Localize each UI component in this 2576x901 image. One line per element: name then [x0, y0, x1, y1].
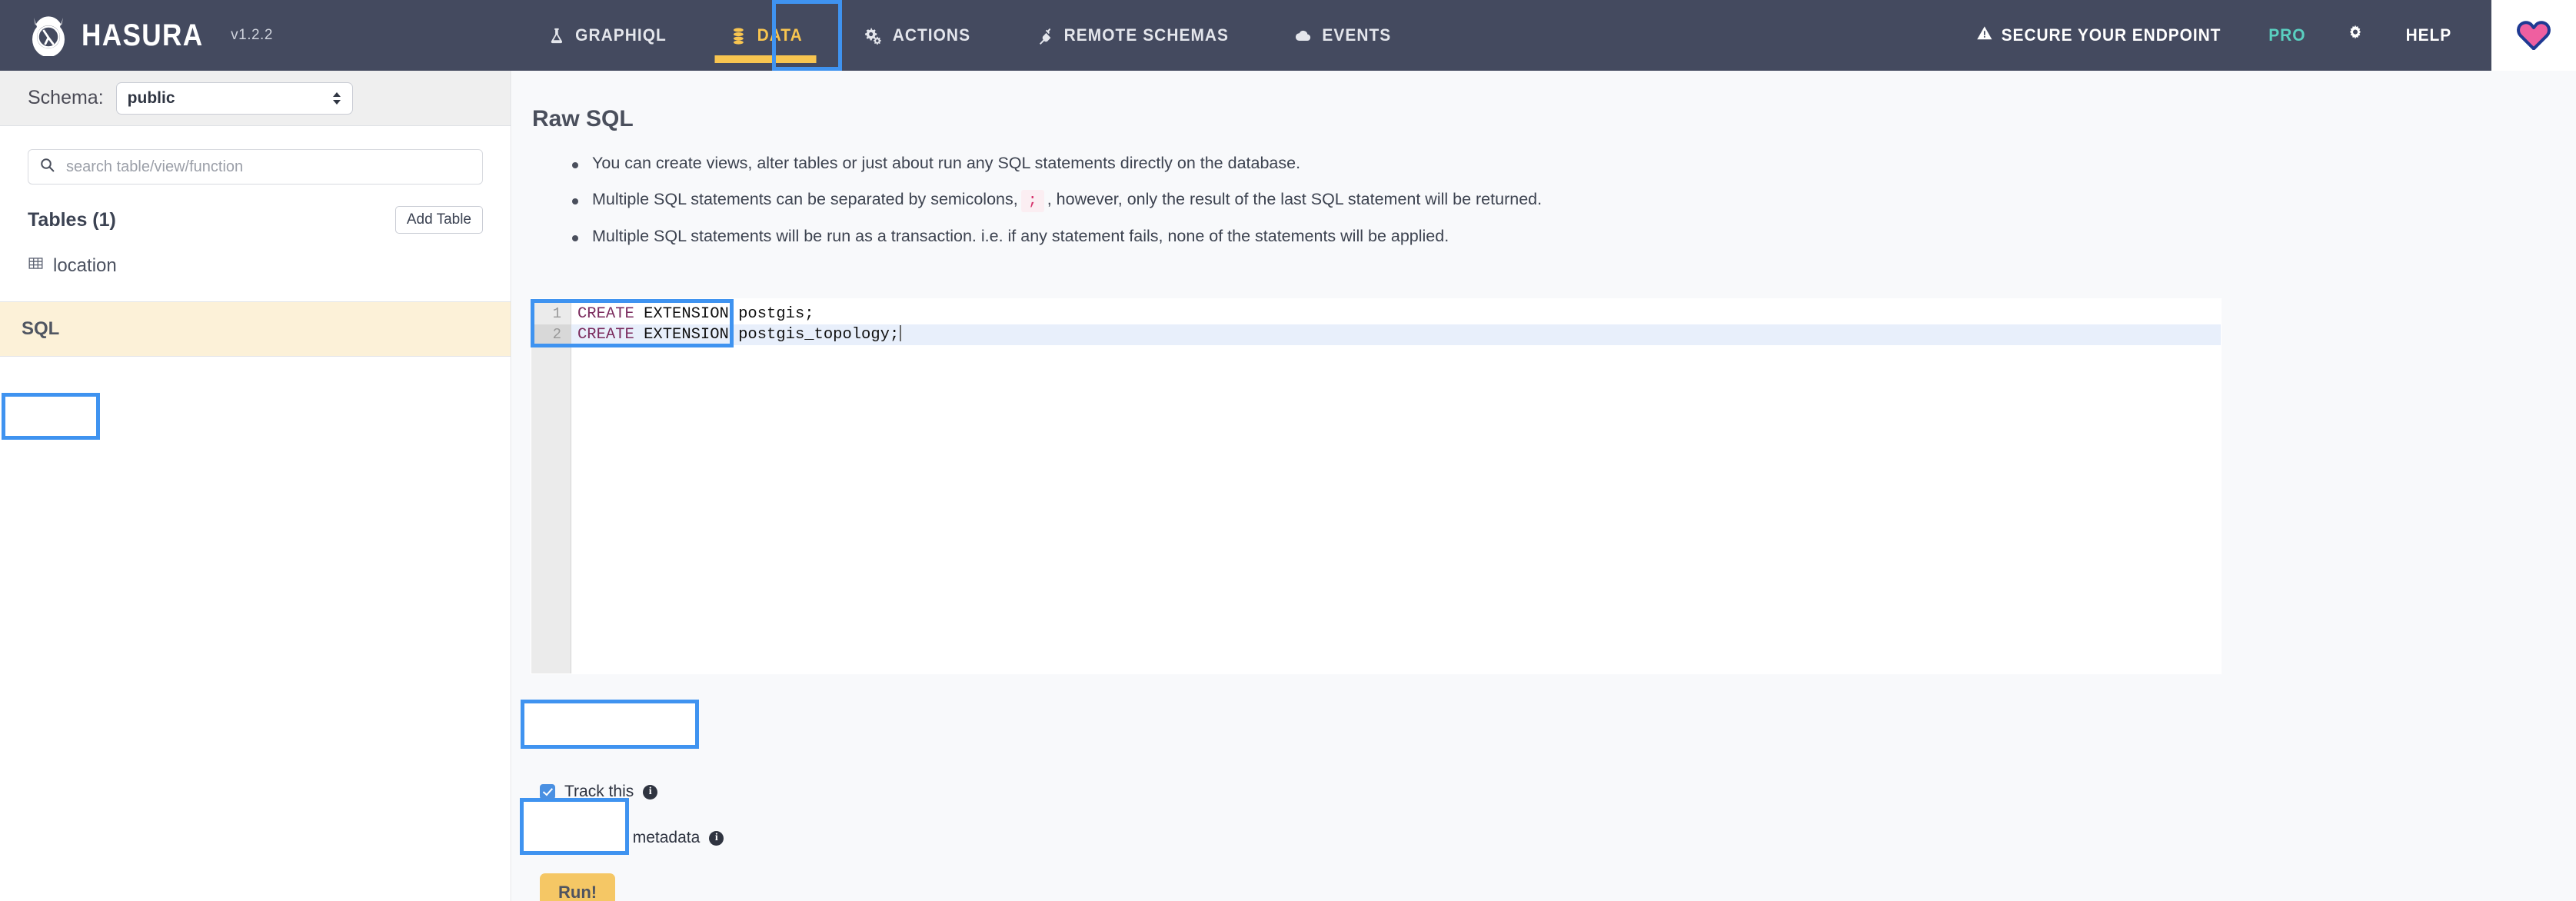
tab-remote-schemas-label: REMOTE SCHEMAS — [1063, 25, 1229, 45]
tables-title: Tables (1) — [28, 208, 116, 231]
schema-bar: Schema: public — [0, 71, 511, 126]
sidebar-item-location-label: location — [53, 255, 117, 276]
pro-link[interactable]: PRO — [2249, 25, 2325, 45]
sidebar: Schema: public Tables (1) Add Table — [0, 71, 511, 901]
secure-endpoint-label: SECURE YOUR ENDPOINT — [2001, 25, 2222, 45]
schema-select-value: public — [127, 88, 175, 107]
note-item: You can create views, alter tables or ju… — [572, 155, 2576, 172]
info-icon[interactable]: i — [709, 830, 724, 846]
gears-icon — [864, 25, 884, 45]
help-link[interactable]: HELP — [2387, 25, 2471, 45]
line-number: 2 — [531, 324, 571, 345]
schema-select[interactable]: public — [115, 81, 353, 115]
header-right-actions: SECURE YOUR ENDPOINT PRO HELP — [1950, 0, 2491, 71]
tab-data[interactable]: DATA — [701, 0, 829, 71]
secure-endpoint-link[interactable]: SECURE YOUR ENDPOINT — [1958, 25, 2240, 46]
note-text: Multiple SQL statements can be separated… — [592, 189, 1018, 208]
search-input[interactable] — [65, 157, 471, 177]
main-nav-tabs: GRAPHIQL DATA ACTIONS REMOTE SCHEMAS EVE… — [508, 0, 1950, 71]
sql-keyword: CREATE — [577, 305, 634, 323]
raw-sql-notes: You can create views, alter tables or ju… — [572, 155, 2576, 244]
note-text: You can create views, alter tables or ju… — [592, 154, 1301, 172]
brand-version: v1.2.2 — [231, 27, 273, 43]
heart-icon — [2516, 18, 2551, 54]
track-this-checkbox[interactable] — [540, 784, 555, 800]
sql-text: EXTENSION postgis; — [634, 305, 814, 323]
sql-editor[interactable]: 1 2 CREATE EXTENSION postgis; CREATE EXT… — [531, 298, 2222, 674]
code-line: CREATE EXTENSION postgis; — [571, 304, 2221, 324]
brand-name: HASURA — [82, 18, 204, 52]
heart-panel[interactable] — [2491, 0, 2576, 71]
cascade-metadata-checkbox[interactable] — [540, 830, 555, 846]
tab-remote-schemas[interactable]: REMOTE SCHEMAS — [1008, 0, 1256, 71]
text-caret — [900, 325, 902, 341]
settings-button[interactable] — [2328, 24, 2383, 47]
cloud-icon — [1293, 25, 1313, 45]
cascade-metadata-label: Cascade metadata — [564, 829, 701, 846]
tab-actions[interactable]: ACTIONS — [837, 0, 998, 71]
schema-label: Schema: — [28, 87, 104, 108]
editor-gutter: 1 2 — [531, 299, 571, 673]
line-number: 1 — [552, 305, 561, 322]
info-icon[interactable]: i — [643, 784, 658, 800]
run-button[interactable]: Run! — [540, 873, 616, 901]
note-text: Multiple SQL statements will be run as a… — [592, 226, 1449, 245]
database-stack-icon — [728, 25, 747, 45]
search-icon — [39, 157, 55, 177]
tab-data-label: DATA — [757, 25, 803, 45]
note-text-after: , however, only the result of the last S… — [1047, 189, 1543, 208]
tab-graphiql-label: GRAPHIQL — [575, 25, 667, 45]
warning-triangle-icon — [1976, 25, 1992, 46]
track-this-label: Track this — [564, 783, 634, 800]
sidebar-item-sql-label: SQL — [22, 318, 60, 339]
sql-keyword: CREATE — [577, 326, 634, 344]
sql-text: EXTENSION postgis_topology; — [634, 326, 900, 344]
cascade-metadata-row[interactable]: Cascade metadata i — [540, 829, 724, 847]
sidebar-item-location[interactable]: location — [0, 251, 511, 281]
tab-events[interactable]: EVENTS — [1266, 0, 1418, 71]
code-line: CREATE EXTENSION postgis_topology; — [571, 324, 2221, 345]
header-dark-bar: HASURA v1.2.2 GRAPHIQL DATA ACTIONS REMO… — [0, 0, 2491, 71]
tables-header: Tables (1) Add Table — [28, 206, 483, 234]
tab-events-label: EVENTS — [1321, 25, 1391, 45]
table-grid-icon — [28, 255, 44, 277]
add-table-button[interactable]: Add Table — [394, 206, 483, 234]
editor-code-area[interactable]: CREATE EXTENSION postgis; CREATE EXTENSI… — [571, 299, 2221, 673]
hasura-logo-icon — [28, 15, 69, 58]
track-this-row[interactable]: Track this i — [540, 783, 658, 801]
search-box[interactable] — [28, 149, 483, 185]
main-content: Raw SQL You can create views, alter tabl… — [512, 71, 2576, 901]
sidebar-item-sql[interactable]: SQL — [0, 302, 511, 357]
page-title: Raw SQL — [532, 106, 634, 131]
tab-actions-label: ACTIONS — [892, 25, 971, 45]
tab-graphiql[interactable]: GRAPHIQL — [520, 0, 694, 71]
app-header: HASURA v1.2.2 GRAPHIQL DATA ACTIONS REMO… — [0, 0, 2576, 71]
semicolon-code: ; — [1020, 189, 1044, 212]
note-item: Multiple SQL statements can be separated… — [572, 189, 2576, 212]
help-label: HELP — [2405, 25, 2452, 45]
flask-icon — [547, 25, 566, 45]
pro-label: PRO — [2268, 25, 2306, 45]
note-item: Multiple SQL statements will be run as a… — [572, 228, 2576, 245]
select-spinner-icon — [332, 91, 341, 105]
brand[interactable]: HASURA v1.2.2 — [0, 0, 508, 71]
plug-icon — [1035, 25, 1054, 45]
gear-icon — [2347, 24, 2365, 47]
